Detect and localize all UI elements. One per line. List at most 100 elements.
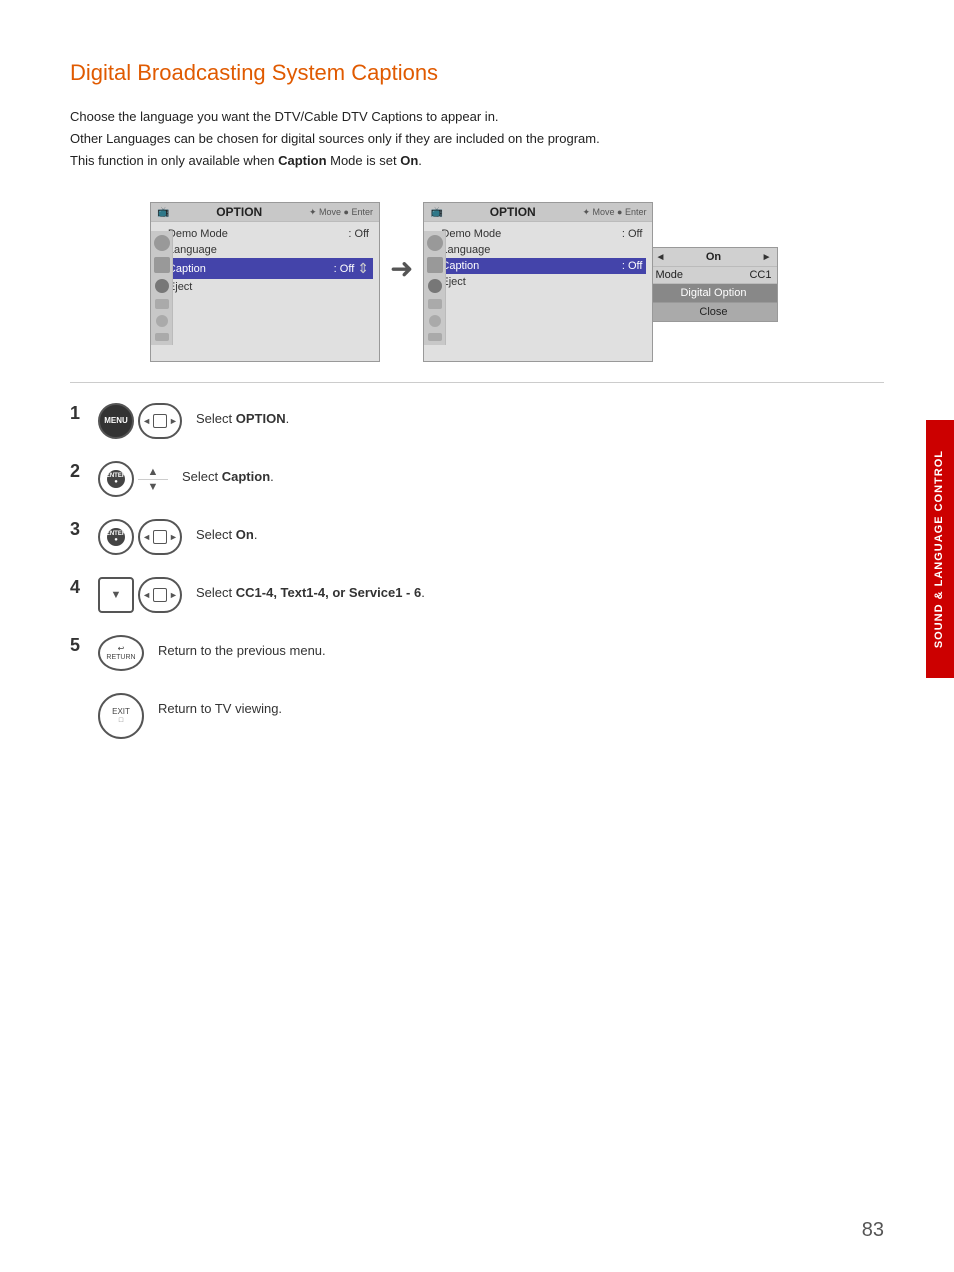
arrow-connector: ➜ [390, 252, 413, 285]
s2-icon-5 [429, 315, 441, 327]
down-arrow-2: ▼ [148, 481, 159, 493]
screen2-menu: • Demo Mode: Off • Language • Caption : … [424, 222, 652, 294]
screen1-content: 📺 OPTION ✦ Move ● Enter • Demo Mode: Off… [151, 203, 379, 361]
screen1-title: OPTION [216, 205, 262, 219]
step-5-number: 5 [70, 635, 84, 656]
nav-right-arrow: ► [169, 416, 178, 426]
menu-button[interactable]: MENU [98, 403, 134, 439]
s2-icon-1 [427, 235, 443, 251]
s2-icon-4 [428, 299, 442, 309]
step-4-number: 4 [70, 577, 84, 598]
screen1-item-2: • Language [157, 242, 373, 258]
step-2-text: Select Caption. [182, 461, 274, 484]
screen1-item-3-caption: • Caption : Off ⇕ [157, 258, 373, 279]
divider [70, 382, 884, 383]
enter-inner-dot-3: ENTER● [107, 528, 125, 546]
s2-icon-6 [428, 333, 442, 341]
screen2-item-2: • Language [430, 242, 646, 258]
step-3: 3 ENTER● ◄ ► Select On. [70, 519, 884, 555]
icon-1 [154, 235, 170, 251]
nav-lr-button-4[interactable]: ◄ ► [138, 577, 182, 613]
step-3-text: Select On. [196, 519, 257, 542]
icon-2 [154, 257, 170, 273]
step-5: 5 ↩ RETURN Return to the previous menu. [70, 635, 884, 671]
step-4-text: Select CC1-4, Text1-4, or Service1 - 6. [196, 577, 425, 600]
s2-icon-2 [427, 257, 443, 273]
screen2-with-popup: 📺 OPTION ✦ Move ● Enter • Demo Mode: Off… [423, 202, 778, 362]
step-2: 2 ENTER● ▲ ▼ Select Caption. [70, 461, 884, 497]
side-tab: SOUND & LANGUAGE CONTROL [926, 420, 954, 678]
step-1-buttons: MENU ◄ ► [98, 403, 182, 439]
screen2-icon-signal: 📺 [430, 207, 442, 218]
s2-icon-3 [428, 279, 442, 293]
nav-lr-button-1[interactable]: ◄ ► [138, 403, 182, 439]
step-5-buttons: ↩ RETURN [98, 635, 144, 671]
intro-line-1: Choose the language you want the DTV/Cab… [70, 109, 499, 124]
step-exit-text: Return to TV viewing. [158, 693, 282, 716]
popup-on-value: On [669, 251, 757, 263]
nav-left-arrow: ◄ [142, 416, 151, 426]
page-number: 83 [862, 1219, 884, 1242]
icon-6 [155, 333, 169, 341]
screen2-item-4-eject: • Eject [430, 274, 646, 290]
intro-line-3: This function in only available when Cap… [70, 153, 422, 168]
step-4-buttons: ▼ ◄ ► [98, 577, 182, 613]
screen2-header: 📺 OPTION ✦ Move ● Enter [424, 203, 652, 222]
screen1-item-1: • Demo Mode: Off [157, 226, 373, 242]
popup-left-arrow: ◄ [655, 252, 665, 263]
updown-icon: ⇕ [357, 260, 369, 277]
step-2-buttons: ENTER● ▲ ▼ [98, 461, 168, 497]
screen1-left-icons [151, 231, 173, 345]
side-tab-text: SOUND & LANGUAGE CONTROL [932, 450, 947, 648]
screen2-left-icons [424, 231, 446, 345]
ud-nav: ▲ ▼ [138, 466, 168, 493]
step-3-buttons: ENTER● ◄ ► [98, 519, 182, 555]
popup-mode-label: Mode [655, 269, 683, 281]
nav-center-1 [153, 414, 167, 428]
intro-line-2: Other Languages can be chosen for digita… [70, 131, 600, 146]
step-4: 4 ▼ ◄ ► Select CC1-4, Text1-4, or Servic… [70, 577, 884, 613]
popup-panel: ◄ On ► Mode CC1 Digital Option Close [648, 247, 778, 322]
enter-button-2[interactable]: ENTER● [98, 461, 134, 497]
icon-5 [156, 315, 168, 327]
popup-value-row: ◄ On ► [649, 248, 777, 267]
step-1-text: Select OPTION. [196, 403, 289, 426]
screen2-item-1: • Demo Mode: Off [430, 226, 646, 242]
screen2-item-3-caption: • Caption : Off [430, 258, 646, 274]
popup-right-arrow: ► [762, 252, 772, 263]
popup-digital-option-btn[interactable]: Digital Option [649, 284, 777, 303]
up-arrow-2: ▲ [148, 466, 159, 478]
nav-left-arrow-3: ◄ [142, 532, 151, 542]
screen2: 📺 OPTION ✦ Move ● Enter • Demo Mode: Off… [423, 202, 653, 362]
enter-inner-dot: ENTER● [107, 470, 125, 488]
down-arrow-4: ▼ [111, 589, 122, 601]
screen1-controls: ✦ Move ● Enter [309, 207, 373, 218]
icon-3 [155, 279, 169, 293]
popup-mode-value: CC1 [749, 269, 771, 281]
nav-left-arrow-4: ◄ [142, 590, 151, 600]
nav-lr-button-3[interactable]: ◄ ► [138, 519, 182, 555]
step-5-text: Return to the previous menu. [158, 635, 326, 658]
icon-4 [155, 299, 169, 309]
nav-right-arrow-4: ► [169, 590, 178, 600]
step-1: 1 MENU ◄ ► Select OPTION. [70, 403, 884, 439]
screen2-controls: ✦ Move ● Enter [582, 207, 646, 218]
screenshots-container: 📺 OPTION ✦ Move ● Enter • Demo Mode: Off… [150, 202, 884, 362]
exit-button[interactable]: EXIT □ [98, 693, 144, 739]
step-2-number: 2 [70, 461, 84, 482]
nav-center-4 [153, 588, 167, 602]
screen1-header: 📺 OPTION ✦ Move ● Enter [151, 203, 379, 222]
square-button-4[interactable]: ▼ [98, 577, 134, 613]
return-button[interactable]: ↩ RETURN [98, 635, 144, 671]
step-1-number: 1 [70, 403, 84, 424]
enter-button-3[interactable]: ENTER● [98, 519, 134, 555]
intro-text: Choose the language you want the DTV/Cab… [70, 106, 884, 172]
nav-center-3 [153, 530, 167, 544]
steps-area: 1 MENU ◄ ► Select OPTION. 2 ENTER● [70, 403, 884, 739]
popup-close-btn[interactable]: Close [649, 303, 777, 321]
step-exit: EXIT □ Return to TV viewing. [70, 693, 884, 739]
popup-mode-row: Mode CC1 [649, 267, 777, 284]
step-3-number: 3 [70, 519, 84, 540]
screen1-icon-signal: 📺 [157, 207, 169, 218]
nav-right-arrow-3: ► [169, 532, 178, 542]
